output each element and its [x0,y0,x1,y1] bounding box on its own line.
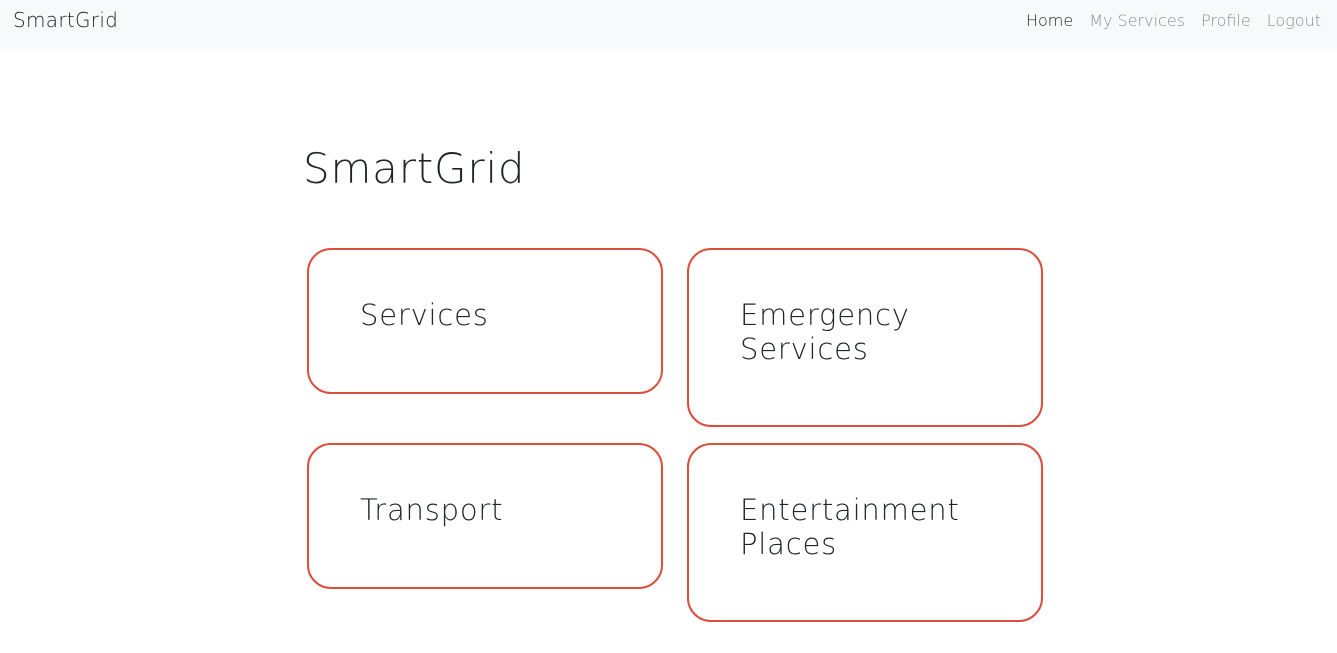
card-label-line: Services [360,298,489,332]
card-entertainment-places[interactable]: Entertainment Places [687,443,1043,622]
card-label: Services [360,298,660,332]
card-label-line: Emergency [740,298,910,332]
card-emergency-services[interactable]: Emergency Services [687,248,1043,427]
navbar-brand[interactable]: SmartGrid [13,8,118,32]
card-label: Entertainment Places [740,493,1040,561]
card-label-line: Services [740,332,869,366]
card-label: Transport [360,493,660,527]
page-title: SmartGrid [303,144,526,193]
nav-link-home[interactable]: Home [1018,11,1081,30]
card-label-line: Entertainment [740,493,960,527]
card-services[interactable]: Services [307,248,663,394]
card-transport[interactable]: Transport [307,443,663,589]
nav-link-profile[interactable]: Profile [1193,11,1259,30]
card-label-line: Places [740,527,838,561]
nav-links: Home My Services Profile Logout [1018,11,1329,30]
nav-link-my-services[interactable]: My Services [1081,11,1193,30]
nav-link-logout[interactable]: Logout [1259,11,1329,30]
card-label: Emergency Services [740,298,1040,366]
card-label-line: Transport [360,493,504,527]
navbar: SmartGrid Home My Services Profile Logou… [0,0,1337,49]
